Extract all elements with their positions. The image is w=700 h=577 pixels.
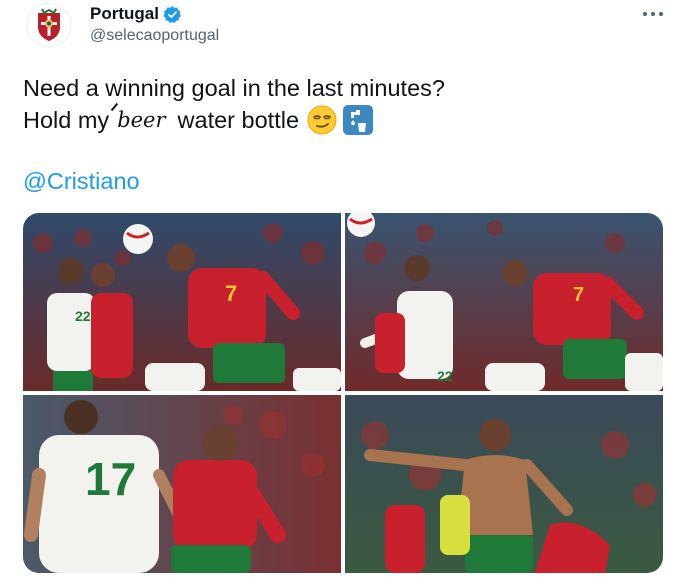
tweet-text-line-2: Hold my beer water bottle bbox=[23, 104, 445, 136]
author-names: Portugal @selecaoportugal bbox=[90, 3, 219, 45]
jersey-number-label: 22 bbox=[437, 368, 453, 384]
jersey-number-label: 22 bbox=[75, 308, 91, 324]
tweet-card: Portugal @selecaoportugal Need a winning… bbox=[0, 0, 700, 577]
jersey-number-label: 17 bbox=[85, 453, 136, 505]
photo-header-goal-2[interactable]: 22 7 bbox=[345, 213, 663, 391]
tweet-text-line-1: Need a winning goal in the last minutes? bbox=[23, 72, 445, 104]
tweet-text: Need a winning goal in the last minutes?… bbox=[23, 72, 445, 136]
photo-ronaldo-celebration[interactable] bbox=[345, 395, 663, 573]
photo-header-goal-1[interactable]: 22 7 bbox=[23, 213, 341, 391]
tweet-text-hold-my: Hold my bbox=[23, 107, 110, 133]
mention-link[interactable]: @Cristiano bbox=[23, 168, 140, 195]
portugal-federation-crest-icon bbox=[26, 2, 72, 48]
media-grid: 22 7 22 7 17 bbox=[23, 213, 663, 573]
avatar[interactable] bbox=[22, 2, 76, 48]
user-handle[interactable]: @selecaoportugal bbox=[90, 27, 219, 45]
jersey-number-label: 7 bbox=[225, 281, 237, 306]
potable-water-emoji-icon bbox=[343, 105, 374, 135]
tweet-text-line-1-content: Need a winning goal in the last minutes? bbox=[23, 75, 445, 101]
jersey-number-label: 7 bbox=[573, 284, 584, 306]
struck-word: beer bbox=[117, 104, 165, 136]
more-horizontal-icon[interactable] bbox=[640, 4, 666, 24]
tweet-text-water-bottle: water bottle bbox=[177, 107, 300, 133]
verified-badge-icon bbox=[163, 5, 182, 24]
display-name[interactable]: Portugal bbox=[90, 4, 159, 24]
photo-ronaldo-run[interactable]: 17 bbox=[23, 395, 341, 573]
smirking-face-emoji-icon bbox=[307, 105, 337, 135]
